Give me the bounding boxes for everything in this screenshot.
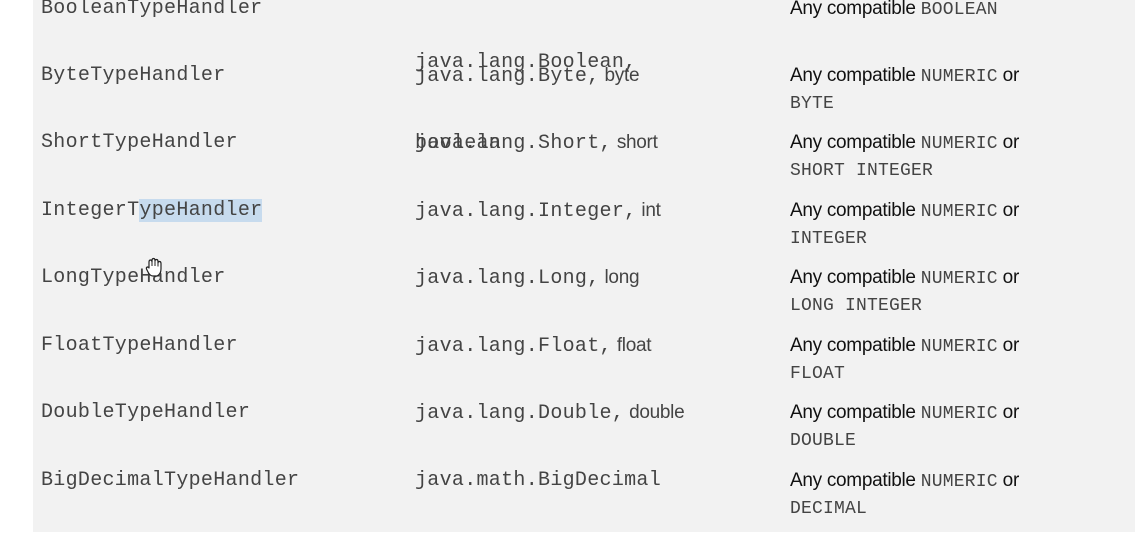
jdbc-type: Any compatible NUMERIC or BYTE xyxy=(790,62,1019,118)
type-handler-name-start: IntegerT xyxy=(41,199,140,222)
jdbc-type: Any compatible NUMERIC or LONG INTEGER xyxy=(790,264,1019,320)
jdbc-type-code: FLOAT xyxy=(790,364,846,384)
java-type-class: java.lang.Long, xyxy=(415,267,600,290)
java-type-class: java.lang.Double, xyxy=(415,402,625,425)
jdbc-type: Any compatible NUMERIC or DECIMAL xyxy=(790,467,1019,523)
jdbc-type: Any compatible NUMERIC or INTEGER xyxy=(790,197,1019,253)
type-handler-name: FloatTypeHandler xyxy=(41,334,238,357)
table-row: BooleanTypeHandler java.lang.Boolean, bo… xyxy=(33,0,1135,155)
table-row: DoubleTypeHandler java.lang.Double, doub… xyxy=(33,399,1135,466)
jdbc-type-text: Any compatible xyxy=(790,335,921,356)
java-type-class: java.lang.Float, xyxy=(415,335,612,358)
selected-text[interactable]: ypeHandler xyxy=(139,199,263,222)
table-row: LongTypeHandler java.lang.Long, long Any… xyxy=(33,264,1135,331)
java-type-class: java.math.BigDecimal xyxy=(415,469,662,492)
java-type-class: java.lang.Short, xyxy=(415,132,612,155)
java-type-primitive: float xyxy=(611,335,652,356)
jdbc-type-code: DOUBLE xyxy=(790,431,857,451)
java-type: java.lang.Long, long xyxy=(415,264,640,292)
jdbc-type-text: Any compatible xyxy=(790,65,921,86)
jdbc-type-text: Any compatible xyxy=(790,200,921,221)
table-row: ShortTypeHandler java.lang.Short, short … xyxy=(33,129,1135,196)
type-handler-name[interactable]: IntegerTypeHandler xyxy=(41,197,263,224)
grab-hand-cursor-icon xyxy=(145,257,162,277)
java-type: java.lang.Double, double xyxy=(415,399,685,427)
jdbc-type-text: Any compatible xyxy=(790,402,921,423)
jdbc-type-text: Any compatible xyxy=(790,267,921,288)
java-type: java.lang.Byte, byte xyxy=(415,62,640,90)
table-row: BigDecimalTypeHandler java.math.BigDecim… xyxy=(33,467,1135,534)
jdbc-type-code: NUMERIC xyxy=(920,269,998,289)
type-handler-name: ShortTypeHandler xyxy=(41,131,238,154)
jdbc-type-code: LONG INTEGER xyxy=(790,296,923,316)
java-type: java.lang.Float, float xyxy=(415,332,652,360)
jdbc-type-code: SHORT INTEGER xyxy=(790,161,934,181)
table-row: FloatTypeHandler java.lang.Float, float … xyxy=(33,332,1135,399)
jdbc-type-or: or xyxy=(997,267,1020,288)
jdbc-type-code: INTEGER xyxy=(790,229,868,249)
jdbc-type-code: NUMERIC xyxy=(920,67,998,87)
java-type-primitive: short xyxy=(611,132,658,153)
java-type-class: java.lang.Integer, xyxy=(415,200,637,223)
jdbc-type-code: NUMERIC xyxy=(920,337,998,357)
jdbc-type-code: BOOLEAN xyxy=(920,0,998,20)
jdbc-type-code: NUMERIC xyxy=(920,472,998,492)
java-type-primitive: long xyxy=(599,267,640,288)
java-type: java.lang.Short, short xyxy=(415,129,658,157)
table-row: IntegerTypeHandler java.lang.Integer, in… xyxy=(33,197,1135,264)
jdbc-type: Any compatible NUMERIC or DOUBLE xyxy=(790,399,1019,455)
java-type-primitive: byte xyxy=(599,65,640,86)
jdbc-type: Any compatible BOOLEAN xyxy=(790,0,998,24)
java-type: java.math.BigDecimal xyxy=(415,467,661,494)
java-type-primitive: double xyxy=(624,402,685,423)
java-type-class: java.lang.Byte, xyxy=(415,65,600,88)
jdbc-type-text: Any compatible xyxy=(790,0,921,19)
jdbc-type-text: Any compatible xyxy=(790,470,921,491)
jdbc-type-code: NUMERIC xyxy=(920,404,998,424)
type-handler-name: LongTypeHandler xyxy=(41,266,226,289)
java-type: java.lang.Integer, int xyxy=(415,197,661,225)
table-row: ByteTypeHandler java.lang.Byte, byte Any… xyxy=(33,62,1135,129)
jdbc-type-or: or xyxy=(997,65,1020,86)
jdbc-type: Any compatible NUMERIC or SHORT INTEGER xyxy=(790,129,1019,185)
jdbc-type-code: DECIMAL xyxy=(790,499,868,519)
jdbc-type-code: NUMERIC xyxy=(920,202,998,222)
type-handler-table: BooleanTypeHandler java.lang.Boolean, bo… xyxy=(33,0,1135,532)
jdbc-type-code: BYTE xyxy=(790,94,835,114)
type-handler-name: BooleanTypeHandler xyxy=(41,0,263,20)
jdbc-type-or: or xyxy=(997,402,1020,423)
type-handler-name: ByteTypeHandler xyxy=(41,64,226,87)
jdbc-type-or: or xyxy=(997,335,1020,356)
jdbc-type-code: NUMERIC xyxy=(920,134,998,154)
jdbc-type-or: or xyxy=(997,470,1020,491)
jdbc-type-or: or xyxy=(997,132,1020,153)
jdbc-type: Any compatible NUMERIC or FLOAT xyxy=(790,332,1019,388)
jdbc-type-text: Any compatible xyxy=(790,132,921,153)
jdbc-type-or: or xyxy=(997,200,1020,221)
type-handler-name: BigDecimalTypeHandler xyxy=(41,469,300,492)
type-handler-name: DoubleTypeHandler xyxy=(41,401,251,424)
java-type-primitive: int xyxy=(636,200,661,221)
